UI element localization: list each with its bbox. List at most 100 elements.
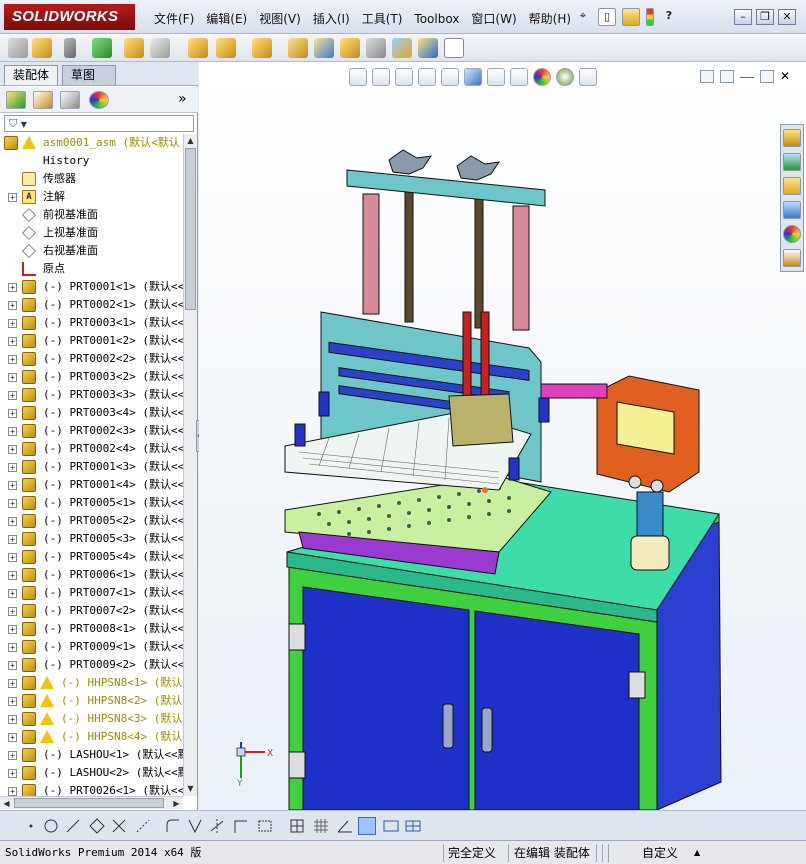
expand-toggle-icon[interactable]: + — [8, 679, 17, 688]
horizontal-scroll-thumb[interactable] — [14, 798, 164, 808]
centerline-icon[interactable] — [134, 817, 152, 835]
tree-item[interactable]: + (-) PRT0001<2> (默认<<默 — [0, 332, 183, 350]
restore-button[interactable]: ❐ — [756, 9, 774, 25]
exploded-view-icon[interactable] — [366, 38, 386, 58]
explode-line-sketch-icon[interactable] — [392, 38, 412, 58]
tree-item[interactable]: 前视基准面 — [0, 206, 183, 224]
property-manager-tab-icon[interactable] — [33, 91, 53, 109]
display-manager-tab-icon[interactable] — [89, 91, 109, 109]
expand-toggle-icon[interactable]: + — [8, 319, 17, 328]
pin-icon[interactable]: ⌖ — [574, 8, 592, 26]
scroll-down-icon[interactable]: ▼ — [184, 782, 197, 795]
help-icon[interactable]: ? — [660, 8, 678, 26]
3d-sketch-icon[interactable] — [358, 817, 376, 835]
smart-fasteners-icon[interactable] — [150, 38, 170, 58]
expand-toggle-icon[interactable]: + — [8, 535, 17, 544]
close-button[interactable]: ✕ — [778, 9, 796, 25]
handwheel[interactable] — [456, 155, 501, 181]
new-motion-study-icon[interactable] — [314, 38, 334, 58]
tree-item[interactable]: + (-) PRT0005<3> (默认<<默 — [0, 530, 183, 548]
units-arrow-icon[interactable]: ▲ — [694, 844, 700, 862]
expand-toggle-icon[interactable]: + — [8, 697, 17, 706]
assembly-icon[interactable] — [8, 38, 28, 58]
tree-item[interactable]: + (-) PRT0001<1> (默认<<默 — [0, 278, 183, 296]
tree-item[interactable]: + (-) PRT0005<2> (默认<<默 — [0, 512, 183, 530]
new-document-icon[interactable]: ▯ — [598, 8, 616, 26]
feature-manager-tab-icon[interactable] — [6, 91, 26, 109]
minimize-button[interactable]: – — [734, 9, 752, 25]
tree-item[interactable]: + (-) PRT0001<3> (默认<<默 — [0, 458, 183, 476]
line-icon[interactable] — [64, 817, 82, 835]
expand-toggle-icon[interactable]: + — [8, 193, 17, 202]
table-icon[interactable] — [404, 817, 422, 835]
menu-toolbox[interactable]: Toolbox — [408, 10, 465, 28]
reference-geometry-icon[interactable] — [288, 38, 308, 58]
tree-item[interactable]: + (-) PRT0005<1> (默认<<默 — [0, 494, 183, 512]
expand-toggle-icon[interactable]: + — [8, 391, 17, 400]
expand-toggle-icon[interactable]: + — [8, 643, 17, 652]
tree-item[interactable]: + (-) HHPSN8<1> (默认< — [0, 674, 183, 692]
expand-toggle-icon[interactable]: + — [8, 661, 17, 670]
tree-item[interactable]: + (-) PRT0003<2> (默认<<默 — [0, 368, 183, 386]
expand-toggle-icon[interactable]: + — [8, 571, 17, 580]
menu-tools[interactable]: 工具(T) — [356, 10, 409, 28]
tree-item[interactable]: 传感器 — [0, 170, 183, 188]
menu-insert[interactable]: 插入(I) — [307, 10, 356, 28]
show-hidden-icon[interactable] — [216, 38, 236, 58]
assembly-features-icon[interactable] — [252, 38, 272, 58]
expand-toggle-icon[interactable]: + — [8, 499, 17, 508]
tree-item[interactable]: + (-) PRT0002<2> (默认<<默 — [0, 350, 183, 368]
handwheel[interactable] — [388, 149, 433, 175]
expand-toggle-icon[interactable]: + — [8, 751, 17, 760]
expand-toggle-icon[interactable]: + — [8, 445, 17, 454]
tree-filter[interactable]: ⛉ ▼ — [4, 115, 194, 132]
scroll-up-icon[interactable]: ▲ — [184, 134, 197, 147]
offset-icon[interactable] — [186, 817, 204, 835]
tree-item[interactable]: + A 注解 — [0, 188, 183, 206]
grid-icon[interactable] — [288, 817, 306, 835]
tree-item[interactable]: + (-) PRT0002<4> (默认<<默 — [0, 440, 183, 458]
expand-toggle-icon[interactable]: + — [8, 301, 17, 310]
control-knob[interactable] — [650, 479, 664, 493]
expand-toggle-icon[interactable]: + — [8, 769, 17, 778]
filter-dropdown-icon[interactable]: ▼ — [21, 120, 27, 129]
expand-toggle-icon[interactable]: + — [8, 553, 17, 562]
graphics-area[interactable]: ✕ X Y — [199, 62, 806, 810]
tree-item[interactable]: + (-) PRT0008<1> (默认<<默 — [0, 620, 183, 638]
component-preview-icon[interactable] — [92, 38, 112, 58]
tree-item[interactable]: + (-) PRT0002<1> (默认<<默 — [0, 296, 183, 314]
tree-item[interactable]: + (-) PRT0026<1> (默认<<默 — [0, 782, 183, 796]
menu-help[interactable]: 帮助(H) — [523, 10, 577, 28]
tree-item[interactable]: 上视基准面 — [0, 224, 183, 242]
interference-detection-icon[interactable] — [418, 38, 438, 58]
move-component-icon[interactable] — [188, 38, 208, 58]
expand-toggle-icon[interactable]: + — [8, 373, 17, 382]
bill-of-materials-icon[interactable] — [340, 38, 360, 58]
tab-sketch[interactable]: 草图 — [62, 65, 116, 85]
tree-item[interactable]: asm0001_asm (默认<默认 — [0, 134, 183, 152]
tree-item[interactable]: 右视基准面 — [0, 242, 183, 260]
pattern-icon[interactable] — [124, 38, 144, 58]
tree-item[interactable]: + (-) PRT0007<1> (默认<<默 — [0, 584, 183, 602]
expand-toggle-icon[interactable]: + — [8, 517, 17, 526]
tree-item[interactable]: + (-) PRT0009<2> (默认<<默 — [0, 656, 183, 674]
scroll-left-icon[interactable]: ◀ — [0, 797, 13, 810]
expand-toggle-icon[interactable]: + — [8, 715, 17, 724]
menu-window[interactable]: 窗口(W) — [465, 10, 522, 28]
sketch-fillet-icon[interactable] — [164, 817, 182, 835]
smart-dimension-icon[interactable] — [232, 817, 250, 835]
tree-item[interactable]: 原点 — [0, 260, 183, 278]
expand-toggle-icon[interactable]: + — [8, 409, 17, 418]
expand-toggle-icon[interactable]: + — [8, 427, 17, 436]
tree-item[interactable]: + (-) PRT0003<3> (默认<<默 — [0, 386, 183, 404]
rectangle-icon[interactable] — [256, 817, 274, 835]
tree-item[interactable]: + (-) HHPSN8<2> (默认< — [0, 692, 183, 710]
expand-toggle-icon[interactable]: + — [8, 337, 17, 346]
expand-icon[interactable]: » — [178, 91, 187, 107]
polygon-icon[interactable] — [88, 817, 106, 835]
trim-icon[interactable] — [110, 817, 128, 835]
traffic-light-icon[interactable] — [646, 8, 654, 26]
tree-item[interactable]: + (-) PRT0005<4> (默认<<默 — [0, 548, 183, 566]
tree-item[interactable]: History — [0, 152, 183, 170]
expand-toggle-icon[interactable]: + — [8, 463, 17, 472]
